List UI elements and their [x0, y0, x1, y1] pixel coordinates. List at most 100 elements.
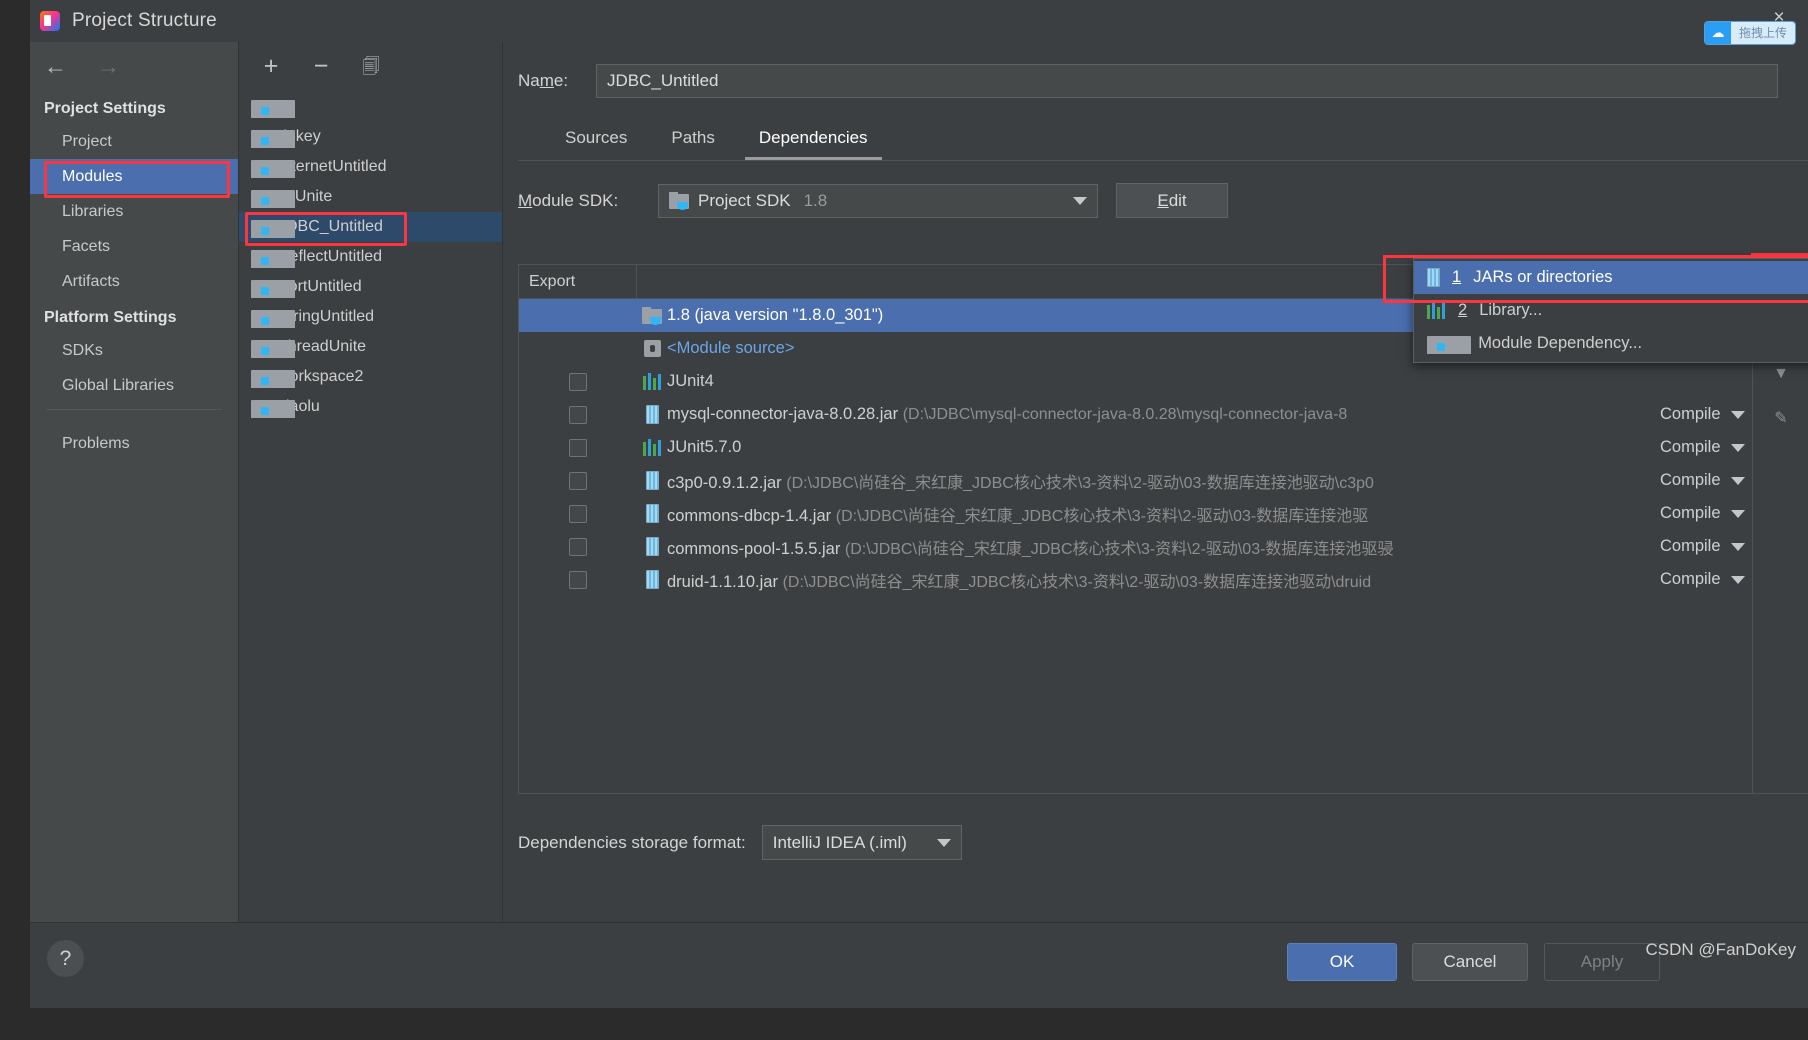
module-folder-icon: [251, 279, 295, 298]
export-checkbox[interactable]: [569, 570, 587, 589]
chevron-down-icon: [1730, 542, 1745, 551]
table-row[interactable]: commons-dbcp-1.4.jar (D:\JDBC\尚硅谷_宋红康_JD…: [519, 497, 1808, 530]
dialog-titlebar: Project Structure ×: [30, 0, 1808, 42]
module-name-input[interactable]: [596, 64, 1778, 98]
export-cell[interactable]: [519, 405, 637, 424]
list-item[interactable]: ReflectUntitled: [239, 242, 502, 272]
menu-item-library[interactable]: 2 Library...: [1414, 294, 1808, 327]
export-checkbox[interactable]: [569, 537, 587, 556]
cancel-button[interactable]: Cancel: [1412, 943, 1528, 981]
table-row[interactable]: c3p0-0.9.1.2.jar (D:\JDBC\尚硅谷_宋红康_JDBC核心…: [519, 464, 1808, 497]
module-sdk-version: 1.8: [803, 190, 828, 210]
nav-history-controls: ← →: [30, 42, 238, 90]
baidu-upload-label: 拖拽上传: [1730, 22, 1795, 44]
menu-item-module-dependency[interactable]: 3 Module Dependency...: [1414, 327, 1808, 360]
taskbar-strip: [0, 1008, 1808, 1040]
apply-button[interactable]: Apply: [1544, 943, 1660, 981]
export-checkbox[interactable]: [569, 471, 587, 490]
module-folder-icon: [251, 309, 295, 328]
add-module-button[interactable]: +: [257, 52, 285, 80]
chevron-down-icon: [1730, 410, 1745, 419]
list-item-jdbc-untitled[interactable]: JDBC_Untitled: [239, 212, 502, 246]
list-item[interactable]: SortUntitled: [239, 272, 502, 302]
chevron-down-icon: [1073, 196, 1087, 205]
list-item[interactable]: dokey: [239, 122, 502, 152]
dependency-name: commons-dbcp-1.4.jar (D:\JDBC\尚硅谷_宋红康_JD…: [667, 506, 1369, 525]
tab-sources[interactable]: Sources: [543, 122, 649, 160]
ok-button[interactable]: OK: [1287, 943, 1397, 981]
module-folder-icon: [251, 99, 295, 118]
module-folder-icon: [251, 189, 295, 208]
export-checkbox[interactable]: [569, 372, 587, 391]
sidebar-item-project[interactable]: Project: [30, 124, 238, 159]
sidebar-item-facets[interactable]: Facets: [30, 229, 238, 264]
dependency-name: c3p0-0.9.1.2.jar (D:\JDBC\尚硅谷_宋红康_JDBC核心…: [667, 473, 1374, 492]
help-button[interactable]: ?: [47, 940, 84, 977]
dependency-path: (D:\JDBC\尚硅谷_宋红康_JDBC核心技术\3-资料\2-驱动\03-数…: [844, 540, 1394, 558]
menu-item-jars-or-directories[interactable]: 1 JARs or directories: [1414, 261, 1808, 294]
storage-format-label: Dependencies storage format:: [518, 832, 746, 852]
sidebar-item-libraries[interactable]: Libraries: [30, 194, 238, 229]
module-folder-icon: [251, 219, 295, 238]
table-row[interactable]: JUnit4: [519, 365, 1808, 398]
sidebar-item-artifacts[interactable]: Artifacts: [30, 264, 238, 299]
nav-group-title-project-settings: Project Settings: [44, 100, 166, 117]
table-row[interactable]: mysql-connector-java-8.0.28.jar (D:\JDBC…: [519, 398, 1808, 431]
export-checkbox[interactable]: [569, 405, 587, 424]
export-cell[interactable]: [519, 537, 637, 556]
storage-format-select[interactable]: IntelliJ IDEA (.iml): [761, 825, 962, 860]
table-row[interactable]: commons-pool-1.5.5.jar (D:\JDBC\尚硅谷_宋红康_…: [519, 530, 1808, 563]
sdk-folder-icon: [669, 192, 689, 210]
menu-item-number: 1: [1452, 268, 1462, 286]
desktop-background-strip: [0, 0, 30, 1040]
junit-icon: [637, 373, 667, 390]
list-item[interactable]: xiaolu: [239, 392, 502, 422]
sidebar-item-sdks[interactable]: SDKs: [30, 333, 238, 368]
list-item[interactable]: IOUnite: [239, 182, 502, 212]
sdk-folder-icon: [637, 307, 667, 325]
table-row[interactable]: druid-1.1.10.jar (D:\JDBC\尚硅谷_宋红康_JDBC核心…: [519, 563, 1808, 596]
export-checkbox[interactable]: [569, 438, 587, 457]
modules-list-pane: + − 🗐 1 dokey InternetUntitled: [239, 42, 503, 922]
jar-icon: [637, 405, 667, 424]
export-cell[interactable]: [519, 570, 637, 589]
dependency-name: commons-pool-1.5.5.jar (D:\JDBC\尚硅谷_宋红康_…: [667, 539, 1394, 558]
list-item[interactable]: ThreadUnite: [239, 332, 502, 362]
tab-dependencies[interactable]: Dependencies: [737, 122, 890, 160]
sidebar-item-global-libraries[interactable]: Global Libraries: [30, 368, 238, 403]
tab-paths[interactable]: Paths: [649, 122, 736, 160]
screen: Project Structure × ← → Project Settings…: [0, 0, 1808, 1040]
baidu-netdisk-icon: ☁: [1704, 22, 1731, 44]
dialog-footer: ? OK Cancel Apply: [30, 922, 1808, 1008]
list-item[interactable]: workspace2: [239, 362, 502, 392]
export-checkbox[interactable]: [569, 504, 587, 523]
menu-item-label: JARs or directories: [1473, 268, 1613, 286]
list-item[interactable]: InternetUntitled: [239, 152, 502, 182]
export-cell[interactable]: [519, 504, 637, 523]
list-item[interactable]: 1: [239, 92, 502, 122]
export-cell[interactable]: [519, 438, 637, 457]
jar-icon: [637, 537, 667, 556]
table-row[interactable]: JUnit5.7.0 Compile: [519, 431, 1808, 464]
chevron-down-icon: [936, 838, 951, 847]
module-sdk-select[interactable]: Project SDK 1.8: [658, 183, 1098, 218]
module-icon: [1427, 336, 1471, 354]
export-cell[interactable]: [519, 471, 637, 490]
tabs-underline: [518, 160, 1808, 161]
dependency-name: mysql-connector-java-8.0.28.jar (D:\JDBC…: [667, 405, 1348, 423]
sidebar-item-problems[interactable]: Problems: [30, 426, 238, 461]
sidebar-item-modules[interactable]: Modules: [30, 159, 238, 198]
remove-module-button[interactable]: −: [307, 52, 335, 80]
edit-pencil-icon[interactable]: ✎: [1753, 396, 1808, 440]
dependencies-storage-format-row: Dependencies storage format: IntelliJ ID…: [518, 825, 962, 860]
back-arrow-icon[interactable]: ←: [44, 54, 67, 78]
add-dependency-popup-menu: 1 JARs or directories 2 Library... 3 Mod…: [1413, 258, 1808, 363]
baidu-upload-badge[interactable]: ☁ 拖拽上传: [1704, 22, 1795, 44]
export-cell[interactable]: [519, 372, 637, 391]
list-item[interactable]: StringUntitled: [239, 302, 502, 332]
forward-arrow-icon[interactable]: →: [97, 54, 120, 78]
module-sdk-label: Module SDK:: [518, 190, 619, 210]
copy-module-icon[interactable]: 🗐: [357, 52, 385, 80]
edit-sdk-button[interactable]: Edit: [1116, 183, 1228, 218]
menu-item-number: 2: [1458, 301, 1468, 319]
